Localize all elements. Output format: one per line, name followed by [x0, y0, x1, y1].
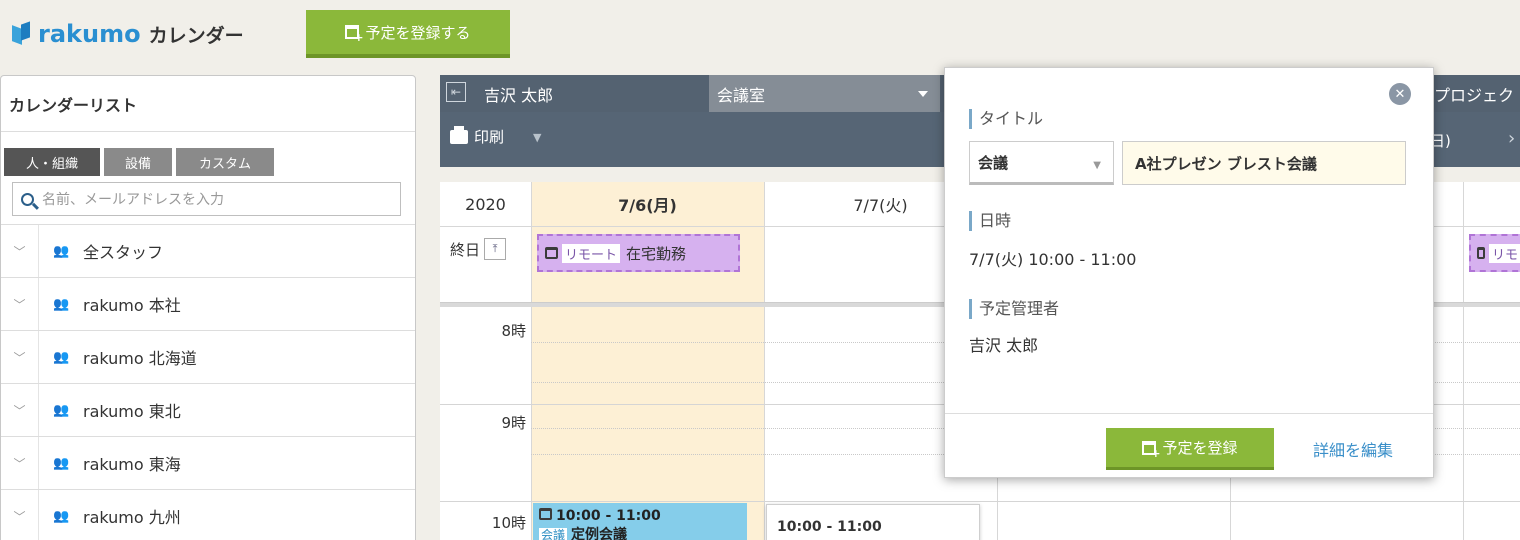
- event-title: 定例会議: [571, 527, 628, 540]
- group-icon: 👥: [53, 296, 69, 312]
- print-options-caret-icon[interactable]: ▼: [533, 131, 541, 144]
- tab-people-org[interactable]: 人・組織: [4, 148, 100, 176]
- group-item-kyushu[interactable]: ﹀ 👥 rakumo 九州: [1, 489, 415, 540]
- regular-meeting-event[interactable]: 10:00 - 11:00 会議 定例会議: [533, 503, 747, 540]
- group-icon: 👥: [53, 243, 69, 259]
- group-list: ﹀ 👥 全スタッフ ﹀ 👥 rakumo 本社 ﹀ 👥 rakumo 北海道 ﹀…: [1, 224, 415, 540]
- chevron-down-icon[interactable]: ﹀: [1, 278, 39, 330]
- collapse-allday-icon[interactable]: ⤒: [484, 238, 507, 260]
- add-event-label: 予定を登録する: [365, 23, 471, 42]
- group-icon: 👥: [53, 349, 69, 365]
- remote-tag: リモ: [1488, 243, 1520, 263]
- hour-label-9: 9時: [501, 414, 526, 432]
- repeat-icon: [1477, 247, 1485, 259]
- app-logo[interactable]: rakumo カレンダー: [12, 20, 244, 48]
- allday-label: 終日: [450, 240, 481, 259]
- collapse-sidebar-icon[interactable]: ⇤: [446, 82, 466, 102]
- group-item-honsha[interactable]: ﹀ 👥 rakumo 本社: [1, 277, 415, 330]
- search-placeholder: 名前、メールアドレスを入力: [42, 192, 224, 208]
- chevron-down-icon[interactable]: ﹀: [1, 331, 39, 383]
- column-divider: [764, 182, 765, 540]
- remote-work-event[interactable]: リモート 在宅勤務: [537, 234, 740, 272]
- hour-label-10: 10時: [491, 514, 526, 532]
- day-header-mon[interactable]: 7/6(月): [531, 182, 764, 226]
- quick-add-popup: ✕ タイトル 会議 ▼ A社プレゼン ブレスト会議 日時 7/7(火) 10:0…: [944, 67, 1434, 478]
- sidebar-tabs: 人・組織 設備 カスタム: [1, 132, 415, 176]
- title-field-label: タイトル: [969, 109, 1043, 129]
- rakumo-logo-icon: [12, 21, 30, 45]
- group-label: rakumo 東北: [83, 402, 181, 421]
- chevron-down-icon[interactable]: ﹀: [1, 437, 39, 489]
- draft-event[interactable]: 10:00 - 11:00: [766, 504, 980, 540]
- category-select[interactable]: 会議 ▼: [969, 141, 1114, 185]
- repeat-icon: [545, 247, 558, 259]
- room-calendar-selector[interactable]: 会議室: [709, 75, 940, 112]
- group-label: 全スタッフ: [83, 243, 164, 262]
- remote-event-title: 在宅勤務: [626, 244, 687, 263]
- printer-icon: [450, 125, 468, 144]
- repeat-icon: [539, 508, 552, 520]
- group-item-tohoku[interactable]: ﹀ 👥 rakumo 東北: [1, 383, 415, 436]
- user-calendar-selector[interactable]: 吉沢 太郎: [476, 75, 706, 112]
- tab-custom[interactable]: カスタム: [176, 148, 274, 176]
- room-selector-label: 会議室: [717, 85, 766, 105]
- group-icon: 👥: [53, 508, 69, 524]
- year-label: 2020: [465, 194, 506, 214]
- column-divider: [1463, 182, 1464, 540]
- tab-facilities[interactable]: 設備: [104, 148, 172, 176]
- allday-row-label: 終日 ⤒: [450, 238, 507, 260]
- group-label: rakumo 九州: [83, 508, 181, 527]
- print-button[interactable]: 印刷: [450, 125, 505, 147]
- app-name: カレンダー: [148, 24, 244, 47]
- chevron-down-icon[interactable]: ﹀: [1, 384, 39, 436]
- add-event-button[interactable]: 予定を登録する: [306, 10, 510, 58]
- column-divider: [531, 182, 532, 540]
- group-item-hokkaido[interactable]: ﹀ 👥 rakumo 北海道: [1, 330, 415, 383]
- group-item-all-staff[interactable]: ﹀ 👥 全スタッフ: [1, 224, 415, 277]
- search-input[interactable]: 名前、メールアドレスを入力: [12, 182, 401, 216]
- next-week-icon[interactable]: ›: [1508, 128, 1515, 149]
- datetime-value: 7/7(火) 10:00 - 11:00: [969, 250, 1137, 269]
- calendar-add-icon: [345, 25, 363, 43]
- logo-text: rakumo: [38, 20, 141, 48]
- event-title-row: 会議 定例会議: [539, 524, 741, 540]
- meeting-tag: 会議: [539, 528, 568, 540]
- search-icon: [21, 192, 34, 206]
- title-input[interactable]: A社プレゼン ブレスト会議: [1122, 141, 1406, 185]
- organizer-value: 吉沢 太郎: [969, 336, 1039, 355]
- hour-line: [440, 501, 1520, 502]
- close-icon[interactable]: ✕: [1389, 83, 1411, 105]
- project-calendar-selector[interactable]: プロジェク: [1430, 75, 1520, 112]
- event-time-row: 10:00 - 11:00: [539, 508, 741, 524]
- popup-footer-divider: [945, 413, 1433, 414]
- group-label: rakumo 北海道: [83, 349, 197, 368]
- event-time: 10:00 - 11:00: [556, 508, 661, 524]
- hour-label-8: 8時: [501, 322, 526, 340]
- remote-work-event-partial[interactable]: リモ: [1469, 234, 1520, 272]
- chevron-down-icon: ▼: [1093, 160, 1101, 171]
- draft-event-time: 10:00 - 11:00: [777, 519, 882, 535]
- calendar-add-icon: [1142, 440, 1160, 459]
- save-event-button[interactable]: 予定を登録: [1106, 428, 1274, 470]
- organizer-field-label: 予定管理者: [969, 299, 1059, 319]
- group-label: rakumo 本社: [83, 296, 181, 315]
- group-label: rakumo 東海: [83, 455, 181, 474]
- group-icon: 👥: [53, 455, 69, 471]
- group-item-tokai[interactable]: ﹀ 👥 rakumo 東海: [1, 436, 415, 489]
- print-label: 印刷: [474, 128, 505, 146]
- calendar-list-title: カレンダーリスト: [1, 76, 415, 132]
- edit-details-link[interactable]: 詳細を編集: [1313, 437, 1393, 461]
- category-value: 会議: [978, 153, 1009, 172]
- remote-tag: リモート: [562, 243, 621, 263]
- calendar-list-sidebar: カレンダーリスト 人・組織 設備 カスタム 名前、メールアドレスを入力 ﹀ 👥 …: [0, 75, 416, 540]
- save-event-label: 予定を登録: [1162, 439, 1238, 457]
- chevron-down-icon[interactable]: ﹀: [1, 490, 39, 540]
- group-icon: 👥: [53, 402, 69, 418]
- chevron-down-icon[interactable]: ﹀: [1, 225, 39, 277]
- caret-down-icon: [918, 91, 928, 97]
- datetime-field-label: 日時: [969, 211, 1011, 231]
